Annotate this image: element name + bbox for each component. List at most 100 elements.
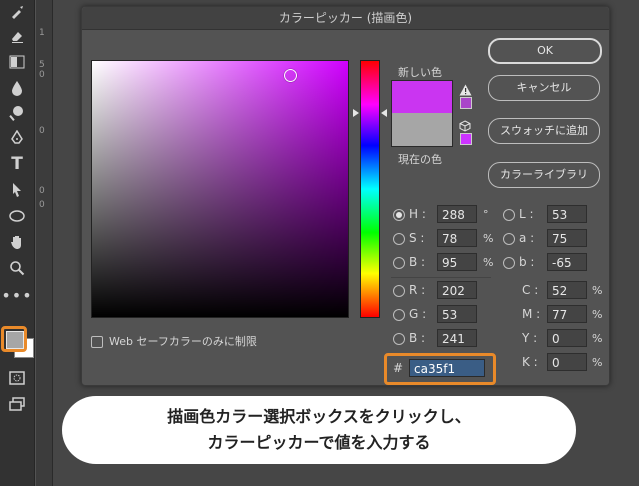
green-input[interactable]: 53: [437, 305, 477, 323]
black-unit: %: [592, 356, 603, 369]
hex-input[interactable]: ca35f1: [409, 359, 485, 377]
web-colors-checkbox[interactable]: [91, 336, 103, 348]
red-row: R : 202: [393, 281, 503, 301]
type-icon[interactable]: T: [6, 154, 28, 174]
hue-radio[interactable]: [393, 209, 405, 221]
brightness-unit: %: [483, 256, 494, 269]
tools-panel: T •••: [0, 0, 35, 486]
ruler-mark: 1: [39, 28, 45, 38]
red-label: R :: [409, 283, 426, 297]
hue-slider[interactable]: [360, 60, 380, 318]
lab-a-input[interactable]: 75: [547, 229, 587, 247]
blue-input[interactable]: 241: [437, 329, 477, 347]
cyan-unit: %: [592, 284, 603, 297]
foreground-color-swatch[interactable]: [6, 331, 24, 349]
hue-unit: °: [483, 208, 489, 221]
brush-icon[interactable]: [6, 2, 28, 22]
dodge-icon[interactable]: [6, 103, 28, 123]
foreground-color-highlight[interactable]: [1, 326, 27, 352]
lab-a-radio[interactable]: [503, 233, 515, 245]
color-picker-dialog: カラーピッカー (描画色) 新しい色 現在の色 OK キャンセル スウォッチに追…: [81, 6, 610, 386]
magenta-row: M : 77 %: [522, 305, 602, 325]
yellow-label: Y :: [522, 331, 538, 345]
new-color-swatch: [391, 80, 453, 114]
ruler-mark: 0: [39, 126, 45, 136]
brightness-radio[interactable]: [393, 257, 405, 269]
black-row: K : 0 %: [522, 353, 602, 373]
hue-row: H : 288 °: [393, 205, 503, 225]
ruler-mark: 0: [39, 70, 45, 80]
lab-b-radio[interactable]: [503, 257, 515, 269]
hsb-rgb-divider: [391, 277, 491, 278]
vertical-ruler: 1 5 0 0 0 0: [36, 0, 53, 486]
path-select-icon[interactable]: [6, 180, 28, 200]
green-label: G :: [409, 307, 427, 321]
callout-line-2: カラーピッカーで値を入力する: [207, 433, 431, 452]
add-to-swatches-button[interactable]: スウォッチに追加: [488, 118, 600, 144]
cyan-input[interactable]: 52: [547, 281, 587, 299]
ellipse-icon[interactable]: [6, 206, 28, 226]
cancel-button[interactable]: キャンセル: [488, 75, 600, 101]
more-tools-icon[interactable]: •••: [1, 285, 31, 305]
yellow-row: Y : 0 %: [522, 329, 602, 349]
gamut-correction-swatch[interactable]: [460, 97, 472, 109]
lab-b-label: b :: [519, 255, 535, 269]
magenta-label: M :: [522, 307, 541, 321]
zoom-icon[interactable]: [6, 258, 28, 278]
lab-b-input[interactable]: -65: [547, 253, 587, 271]
magenta-unit: %: [592, 308, 603, 321]
blue-radio[interactable]: [393, 333, 405, 345]
green-row: G : 53: [393, 305, 503, 325]
lab-l-row: L : 53: [503, 205, 603, 225]
cyan-row: C : 52 %: [522, 281, 602, 301]
color-field-picker[interactable]: [284, 69, 297, 82]
hue-label: H :: [409, 207, 426, 221]
gradient-icon[interactable]: [6, 52, 28, 72]
red-radio[interactable]: [393, 285, 405, 297]
lab-l-radio[interactable]: [503, 209, 515, 221]
red-input[interactable]: 202: [437, 281, 477, 299]
saturation-brightness-field[interactable]: [91, 60, 349, 318]
ruler-mark: 0: [39, 186, 45, 196]
magenta-input[interactable]: 77: [547, 305, 587, 323]
web-colors-only[interactable]: Web セーフカラーのみに制限: [91, 333, 257, 349]
black-label: K :: [522, 355, 538, 369]
ruler-mark: 0: [39, 200, 45, 210]
saturation-row: S : 78 %: [393, 229, 503, 249]
saturation-unit: %: [483, 232, 494, 245]
hue-input[interactable]: 288: [437, 205, 477, 223]
hue-slider-left-arrow-icon[interactable]: [353, 109, 359, 117]
black-input[interactable]: 0: [547, 353, 587, 371]
saturation-input[interactable]: 78: [437, 229, 477, 247]
hex-field-highlight: # ca35f1: [384, 353, 496, 385]
lab-a-label: a :: [519, 231, 535, 245]
callout-line-1: 描画色カラー選択ボックスをクリックし、: [167, 407, 471, 426]
ruler-mark: 5: [39, 60, 45, 70]
yellow-input[interactable]: 0: [547, 329, 587, 347]
hand-icon[interactable]: [6, 232, 28, 252]
cyan-label: C :: [522, 283, 539, 297]
brightness-input[interactable]: 95: [437, 253, 477, 271]
screen-mode-icon[interactable]: [6, 394, 28, 414]
quick-mask-icon[interactable]: [6, 368, 28, 388]
yellow-unit: %: [592, 332, 603, 345]
pen-icon[interactable]: [6, 128, 28, 148]
dialog-title: カラーピッカー (描画色): [82, 7, 609, 30]
web-safe-swatch[interactable]: [460, 133, 472, 145]
web-colors-label: Web セーフカラーのみに制限: [109, 335, 257, 348]
current-color-swatch[interactable]: [391, 113, 453, 147]
hex-prefix: #: [393, 361, 404, 375]
blur-drop-icon[interactable]: [6, 78, 28, 98]
ok-button[interactable]: OK: [488, 38, 602, 64]
instruction-callout: 描画色カラー選択ボックスをクリックし、 カラーピッカーで値を入力する: [62, 396, 576, 464]
eraser-icon[interactable]: [6, 26, 28, 46]
hue-slider-right-arrow-icon[interactable]: [381, 109, 387, 117]
brightness-label: B :: [409, 255, 426, 269]
color-libraries-button[interactable]: カラーライブラリ: [488, 162, 600, 188]
saturation-radio[interactable]: [393, 233, 405, 245]
new-color-label: 新しい色: [398, 66, 442, 79]
green-radio[interactable]: [393, 309, 405, 321]
lab-l-input[interactable]: 53: [547, 205, 587, 223]
lab-b-row: b : -65: [503, 253, 603, 273]
blue-row: B : 241: [393, 329, 503, 349]
